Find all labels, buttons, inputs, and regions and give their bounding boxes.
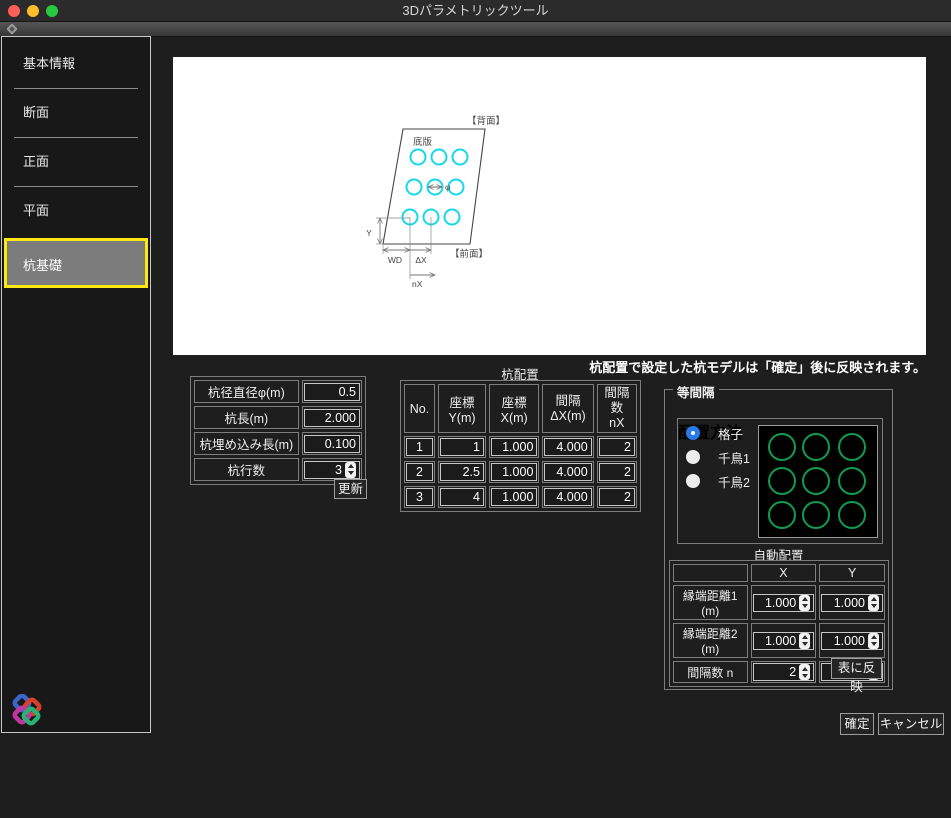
row2-x-input[interactable]: 1.000	[491, 463, 537, 481]
layout-preview-circles	[759, 426, 877, 537]
pile-embed-length-label: 杭埋め込み長(m)	[194, 432, 299, 455]
sidebar-divider	[14, 137, 138, 138]
pile-length-input[interactable]: 2.000	[304, 409, 360, 427]
pile-embed-length-input[interactable]: 0.100	[304, 435, 360, 453]
table-row: 縁端距離1 (m) 1.000 1.000	[673, 585, 885, 620]
pile-row-count-label: 杭行数	[194, 458, 299, 481]
col-header-nx: 間隔数 nX	[597, 384, 637, 433]
pile-length-label: 杭長(m)	[194, 406, 299, 429]
edge-dist1-y-stepper[interactable]: 1.000	[821, 594, 883, 612]
stepper-icon[interactable]	[799, 664, 810, 680]
row2-nx-input[interactable]: 2	[599, 463, 635, 481]
dx-dim-label: ΔX	[415, 255, 427, 265]
sidebar-item-front[interactable]: 正面	[2, 149, 150, 175]
pile-row-count-stepper[interactable]: 3	[304, 461, 360, 479]
app-window: 3Dパラメトリックツール 基本情報 断面 正面 平面 杭基礎	[0, 0, 951, 818]
toolbar	[0, 22, 951, 37]
row1-no: 1	[406, 438, 433, 456]
slab-label: 底版	[413, 136, 433, 148]
radio-label: 格子	[718, 424, 743, 443]
table-row: 1 1 1.000 4.000 2	[404, 436, 637, 458]
row3-y-input[interactable]: 4	[440, 488, 484, 506]
col-header-x: 座標 X(m)	[489, 384, 539, 433]
edge-dist2-label: 縁端距離2 (m)	[673, 623, 748, 658]
stepper-icon[interactable]	[799, 595, 810, 611]
sidebar-item-section[interactable]: 断面	[2, 100, 150, 126]
sidebar: 基本情報 断面 正面 平面 杭基礎	[1, 36, 151, 733]
radio-option-grid[interactable]: 格子	[686, 425, 743, 441]
row3-dx-input[interactable]: 4.000	[544, 488, 591, 506]
radio-option-staggered2[interactable]: 千鳥2	[686, 473, 750, 489]
row3-nx-input[interactable]: 2	[599, 488, 635, 506]
confirm-button[interactable]: 確定	[840, 713, 874, 735]
pile-layout-diagram: 底版 【背面】 【前面】 φ Y WD ΔX	[173, 57, 926, 355]
row3-no: 3	[406, 488, 433, 506]
radio-label: 千鳥2	[718, 472, 750, 491]
radio-icon[interactable]	[686, 474, 700, 488]
row1-nx-input[interactable]: 2	[599, 438, 635, 456]
layout-preview	[758, 425, 878, 538]
phi-label: φ	[445, 182, 451, 192]
placement-method-group: 配置方法 格子 千鳥1 千鳥2	[677, 418, 883, 544]
col-header-dx: 間隔 ΔX(m)	[542, 384, 593, 433]
radio-icon[interactable]	[686, 450, 700, 464]
pile-layout-canvas: 底版 【背面】 【前面】 φ Y WD ΔX	[173, 57, 926, 355]
edge-dist1-label: 縁端距離1 (m)	[673, 585, 748, 620]
row2-y-input[interactable]: 2.5	[440, 463, 484, 481]
row1-dx-input[interactable]: 4.000	[544, 438, 591, 456]
nx-dim-label: nX	[412, 279, 423, 289]
diamond-icon[interactable]	[6, 23, 17, 34]
table-row: 2 2.5 1.000 4.000 2	[404, 461, 637, 483]
pile-placement-table: No. 座標 Y(m) 座標 X(m) 間隔 ΔX(m) 間隔数 nX 1 1 …	[400, 380, 641, 512]
interval-count-x-stepper[interactable]: 2	[753, 663, 815, 681]
edge-dist2-y-stepper[interactable]: 1.000	[821, 632, 883, 650]
equal-spacing-group: 等間隔 配置方法 格子 千鳥1 千鳥2	[664, 389, 893, 690]
row3-x-input[interactable]: 1.000	[491, 488, 537, 506]
row1-x-input[interactable]: 1.000	[491, 438, 537, 456]
stepper-icon[interactable]	[868, 633, 879, 649]
row2-dx-input[interactable]: 4.000	[544, 463, 591, 481]
update-button[interactable]: 更新	[334, 479, 367, 499]
row2-no: 2	[406, 463, 433, 481]
radio-icon[interactable]	[686, 426, 700, 440]
col-header-y: Y	[819, 564, 885, 582]
wd-dim-label: WD	[388, 255, 402, 265]
row1-y-input[interactable]: 1	[440, 438, 484, 456]
radio-option-staggered1[interactable]: 千鳥1	[686, 449, 750, 465]
edge-dist1-x-stepper[interactable]: 1.000	[753, 594, 815, 612]
table-row: 縁端距離2 (m) 1.000 1.000	[673, 623, 885, 658]
col-header-no: No.	[404, 384, 435, 433]
edge-dist2-x-stepper[interactable]: 1.000	[753, 632, 815, 650]
app-logo-icon	[10, 694, 44, 728]
window-title: 3Dパラメトリックツール	[0, 0, 951, 22]
equal-spacing-title: 等間隔	[673, 382, 719, 401]
front-face-label: 【前面】	[450, 248, 488, 260]
y-dim-label: Y	[366, 228, 372, 238]
sidebar-item-basic-info[interactable]: 基本情報	[2, 51, 150, 77]
stepper-icon[interactable]	[345, 462, 356, 478]
radio-label: 千鳥1	[718, 448, 750, 467]
stepper-icon[interactable]	[799, 633, 810, 649]
back-face-label: 【背面】	[467, 115, 505, 127]
apply-to-table-button[interactable]: 表に反映	[831, 658, 882, 679]
cancel-button[interactable]: キャンセル	[878, 713, 944, 735]
slab-outline	[383, 129, 485, 244]
col-header-y: 座標 Y(m)	[438, 384, 486, 433]
sidebar-item-pile-foundation[interactable]: 杭基礎	[4, 238, 148, 288]
stepper-icon[interactable]	[868, 595, 879, 611]
col-header-x: X	[751, 564, 817, 582]
pile-diameter-input[interactable]: 0.5	[304, 383, 360, 401]
interval-count-label: 間隔数 n	[673, 661, 748, 683]
title-bar: 3Dパラメトリックツール	[0, 0, 951, 22]
sidebar-divider	[14, 186, 138, 187]
pile-diameter-label: 杭径直径φ(m)	[194, 380, 299, 403]
empty-header	[673, 564, 748, 582]
pile-params-form: 杭径直径φ(m) 0.5 杭長(m) 2.000 杭埋め込み長(m) 0.100…	[190, 376, 366, 485]
table-row: 3 4 1.000 4.000 2	[404, 486, 637, 508]
sidebar-item-plan[interactable]: 平面	[2, 198, 150, 224]
sidebar-divider	[14, 88, 138, 89]
